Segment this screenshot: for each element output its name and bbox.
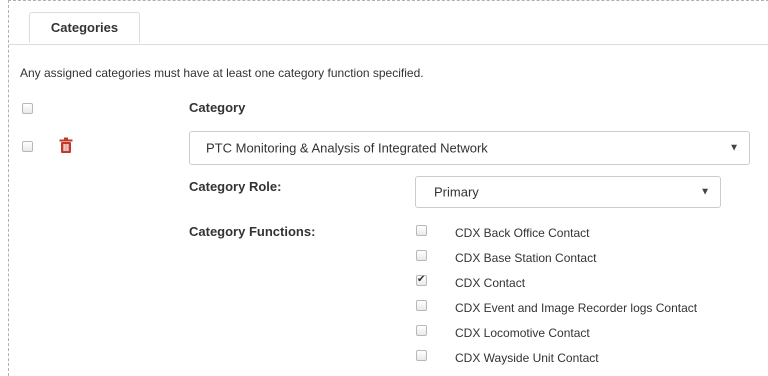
function-checkbox[interactable] [416, 350, 427, 361]
row-checkbox[interactable] [22, 141, 33, 152]
function-label: CDX Wayside Unit Contact [455, 351, 599, 365]
category-select[interactable]: PTC Monitoring & Analysis of Integrated … [189, 131, 750, 165]
category-select-value: PTC Monitoring & Analysis of Integrated … [206, 140, 488, 156]
chevron-down-icon: ▼ [700, 186, 710, 198]
function-label: CDX Base Station Contact [455, 251, 597, 265]
trash-icon[interactable] [58, 137, 74, 154]
category-column-header: Category [189, 100, 246, 115]
category-role-value: Primary [434, 184, 479, 200]
function-label: CDX Event and Image Recorder logs Contac… [455, 301, 698, 315]
tab-bar: Categories [9, 0, 768, 45]
category-role-label: Category Role: [189, 179, 282, 194]
function-checkbox[interactable] [416, 325, 427, 336]
function-label: CDX Back Office Contact [455, 226, 590, 240]
function-checkbox[interactable] [416, 250, 427, 261]
category-notice: Any assigned categories must have at lea… [20, 66, 424, 80]
category-role-select[interactable]: Primary ▼ [415, 176, 721, 208]
function-label: CDX Locomotive Contact [455, 326, 590, 340]
function-checkbox[interactable] [416, 225, 427, 236]
function-checkbox[interactable] [416, 273, 427, 287]
function-checkbox[interactable] [416, 300, 427, 311]
category-functions-label: Category Functions: [189, 224, 316, 239]
chevron-down-icon: ▼ [729, 142, 739, 154]
tab-categories[interactable]: Categories [29, 12, 140, 43]
function-label: CDX Contact [455, 276, 526, 290]
select-all-checkbox[interactable] [22, 103, 33, 114]
